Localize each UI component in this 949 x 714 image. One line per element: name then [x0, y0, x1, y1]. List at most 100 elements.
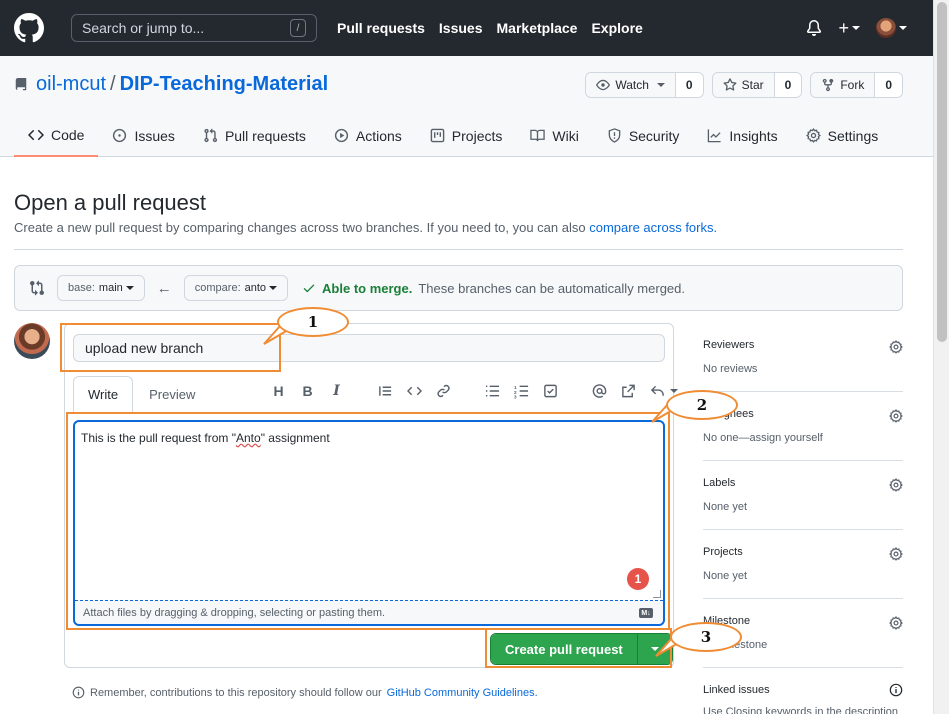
compare-prefix: compare: [194, 282, 241, 294]
create-pull-request-button[interactable]: Create pull request [491, 634, 638, 664]
arrow-left-icon: ← [156, 279, 172, 297]
ordered-list-icon[interactable]: 123 [514, 381, 529, 401]
graph-icon [708, 129, 721, 143]
tab-insights-label: Insights [729, 127, 778, 144]
community-guidelines-link[interactable]: GitHub Community Guidelines. [387, 687, 538, 699]
scrollbar-thumb[interactable] [937, 2, 947, 342]
annotation-bubble-1: 1 [277, 307, 349, 337]
gear-icon[interactable] [889, 478, 903, 492]
chevron-down-icon [852, 26, 860, 30]
base-branch-name: main [98, 282, 123, 294]
global-nav: Pull requests Issues Marketplace Explore [337, 20, 643, 36]
tab-wiki[interactable]: Wiki [516, 114, 592, 157]
resize-handle[interactable] [653, 590, 661, 598]
user-menu[interactable] [876, 18, 907, 38]
tab-insights[interactable]: Insights [693, 114, 791, 157]
annotation-bubble-3: 3 [670, 622, 742, 652]
star-button[interactable]: Star 0 [711, 72, 803, 98]
star-label: Star [741, 78, 764, 92]
tab-settings[interactable]: Settings [792, 114, 893, 157]
sidebar-reviewers: Reviewers No reviews [703, 323, 903, 392]
tab-pull-requests-label: Pull requests [224, 127, 306, 144]
link-icon[interactable] [436, 381, 451, 401]
avatar [876, 18, 896, 38]
tab-security-label: Security [628, 127, 680, 144]
fork-button[interactable]: Fork 0 [810, 72, 903, 98]
scrollbar[interactable] [933, 0, 949, 714]
tab-actions[interactable]: Actions [320, 114, 416, 157]
task-list-icon[interactable] [543, 381, 558, 401]
nav-marketplace[interactable]: Marketplace [497, 20, 578, 36]
pr-body-textarea[interactable]: This is the pull request from "Anto" ass… [73, 420, 665, 626]
shield-icon [608, 128, 621, 143]
tab-code[interactable]: Code [14, 114, 99, 157]
quote-icon[interactable] [378, 381, 393, 401]
body-after: " assignment [260, 431, 330, 445]
repo-tabs: Code Issues Pull requests Actions Projec… [14, 114, 892, 157]
tab-security[interactable]: Security [593, 114, 694, 157]
info-icon[interactable] [889, 683, 903, 697]
fork-count[interactable]: 0 [875, 73, 902, 97]
nav-issues[interactable]: Issues [439, 20, 483, 36]
italic-icon[interactable]: I [329, 381, 344, 401]
reference-icon[interactable] [621, 381, 636, 401]
merge-status: Able to merge. These branches can be aut… [302, 281, 685, 296]
sidebar-value: None yet [703, 570, 748, 582]
watch-count[interactable]: 0 [675, 73, 703, 97]
chevron-down-icon [656, 83, 665, 87]
sidebar-label: Projects [703, 546, 743, 558]
repo-name-link[interactable]: DIP-Teaching-Material [120, 73, 329, 96]
gear-icon[interactable] [889, 616, 903, 630]
tab-projects[interactable]: Projects [416, 114, 517, 157]
tab-write[interactable]: Write [73, 376, 134, 412]
tab-issues-label: Issues [134, 127, 175, 144]
create-new-menu[interactable]: + [838, 18, 860, 39]
nav-explore[interactable]: Explore [591, 20, 642, 36]
nav-pull-requests[interactable]: Pull requests [337, 20, 425, 36]
attach-files-bar[interactable]: Attach files by dragging & dropping, sel… [75, 600, 663, 624]
gear-icon[interactable] [889, 409, 903, 423]
pull-request-icon [204, 128, 218, 143]
mention-icon[interactable] [592, 381, 607, 401]
watch-main: Watch [586, 73, 676, 97]
fork-label: Fork [840, 78, 865, 92]
body-misspelled-word: Anto [236, 431, 261, 445]
chevron-down-icon [899, 26, 907, 30]
heading-icon[interactable]: H [271, 381, 286, 401]
note-text: Remember, contributions to this reposito… [90, 686, 382, 699]
tab-projects-label: Projects [451, 127, 503, 144]
repo-owner-link[interactable]: oil-mcut [36, 73, 106, 96]
error-badge: 1 [627, 568, 649, 590]
watch-button[interactable]: Watch 0 [585, 72, 704, 98]
svg-text:3: 3 [514, 395, 517, 400]
github-logo-icon[interactable] [14, 13, 44, 43]
reply-icon [650, 385, 664, 396]
base-branch-select[interactable]: base: main [57, 275, 145, 301]
tab-preview[interactable]: Preview [133, 376, 211, 412]
compare-forks-link[interactable]: compare across forks. [589, 220, 717, 235]
repo-title: oil-mcut / DIP-Teaching-Material [14, 73, 328, 96]
bold-icon[interactable]: B [300, 381, 315, 401]
gear-icon[interactable] [889, 547, 903, 561]
tab-issues[interactable]: Issues [98, 114, 188, 157]
search-input[interactable]: Search or jump to... / [71, 14, 317, 42]
compare-range-bar: base: main ← compare: anto Able to merge… [14, 265, 903, 311]
sidebar-label: Milestone [703, 615, 751, 627]
gear-icon[interactable] [889, 340, 903, 354]
repo-separator: / [110, 73, 116, 95]
star-count[interactable]: 0 [774, 73, 802, 97]
pr-body-text: This is the pull request from "Anto" ass… [81, 431, 330, 445]
divider [14, 249, 903, 250]
plus-icon: + [838, 17, 849, 38]
check-icon [303, 284, 315, 293]
pr-title-input[interactable]: upload new branch [73, 334, 665, 362]
contribution-note: Remember, contributions to this reposito… [72, 686, 538, 699]
repo-header: oil-mcut / DIP-Teaching-Material Watch 0… [0, 56, 933, 157]
code-icon[interactable] [407, 381, 422, 401]
page-subtitle-text: Create a new pull request by comparing c… [14, 220, 586, 235]
star-main: Star [712, 73, 775, 97]
unordered-list-icon[interactable] [485, 381, 500, 401]
compare-branch-select[interactable]: compare: anto [183, 275, 289, 301]
bell-icon[interactable] [806, 20, 822, 36]
tab-pull-requests[interactable]: Pull requests [189, 114, 320, 157]
